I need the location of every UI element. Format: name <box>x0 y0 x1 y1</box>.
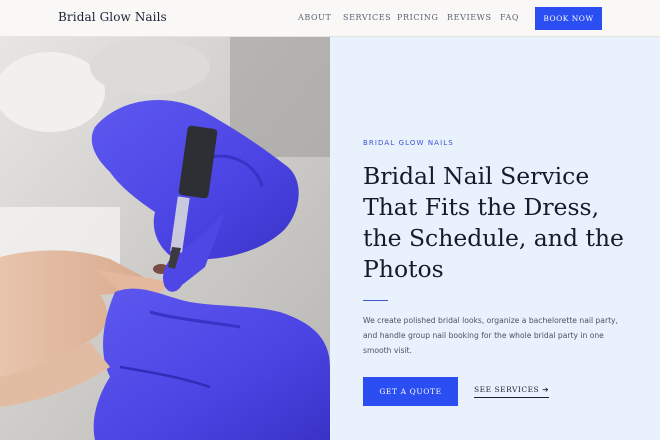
manicure-illustration <box>0 37 330 440</box>
hero-panel: BRIDAL GLOW NAILS Bridal Nail Service Th… <box>330 37 660 440</box>
headline-line: Bridal Nail Service <box>363 162 590 190</box>
nav-about[interactable]: ABOUT <box>298 13 331 22</box>
hero-photo <box>0 37 330 440</box>
headline-line: the Schedule, and the <box>363 224 624 252</box>
hero-headline: Bridal Nail Service That Fits the Dress,… <box>363 161 653 285</box>
see-services-link[interactable]: SEE SERVICES ➔ <box>474 385 549 398</box>
nav-pricing[interactable]: PRICING <box>397 13 438 22</box>
see-services-label: SEE SERVICES <box>474 385 540 394</box>
nav-faq[interactable]: FAQ <box>500 13 519 22</box>
hero-eyebrow: BRIDAL GLOW NAILS <box>363 139 454 147</box>
nav-reviews[interactable]: REVIEWS <box>447 13 492 22</box>
hero-description: We create polished bridal looks, organiz… <box>363 316 618 355</box>
book-now-button[interactable]: BOOK NOW <box>535 7 602 30</box>
brand-logo[interactable]: Bridal Glow Nails <box>58 10 167 24</box>
site-header: Bridal Glow Nails ABOUT SERVICES PRICING… <box>0 0 660 37</box>
headline-line: That Fits the Dress, <box>363 193 600 221</box>
headline-line: Photos <box>363 255 444 283</box>
get-a-quote-button[interactable]: GET A QUOTE <box>363 377 458 406</box>
nav-services[interactable]: SERVICES <box>343 13 391 22</box>
arrow-right-icon: ➔ <box>542 385 549 394</box>
accent-divider <box>363 300 388 301</box>
